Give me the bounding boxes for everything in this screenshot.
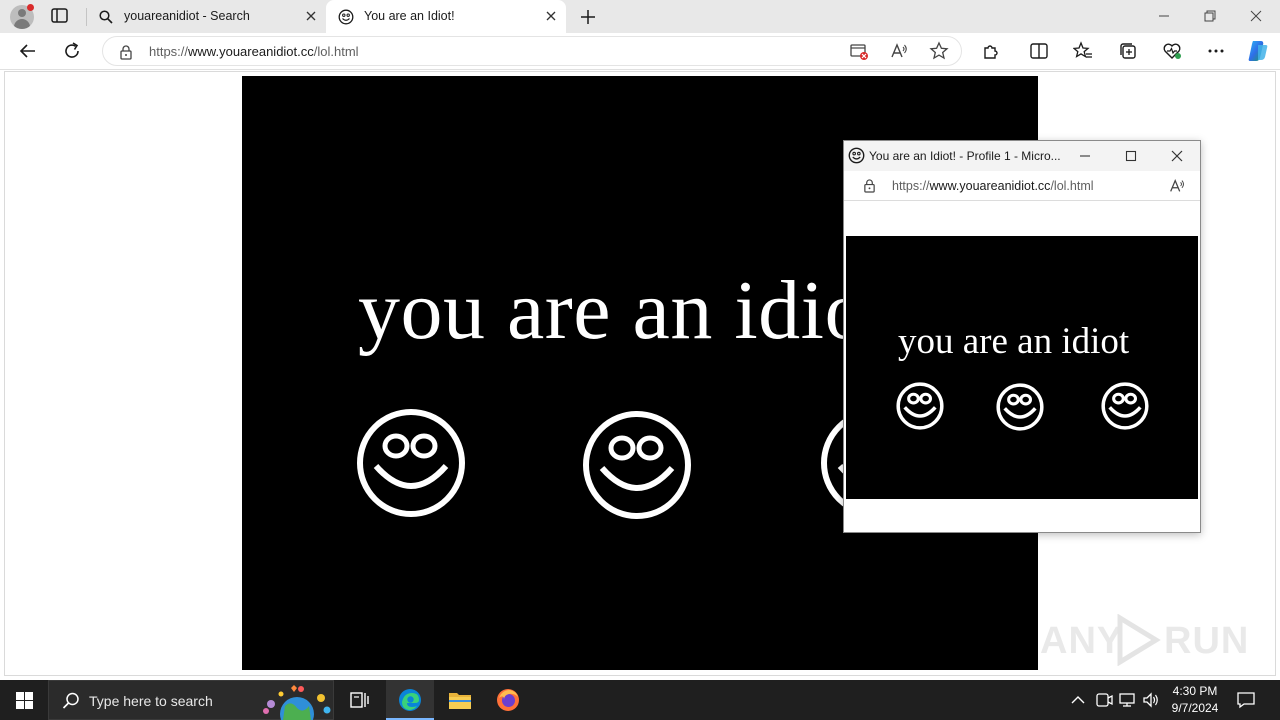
popup-address-bar[interactable]: https://www.youareanidiot.cc/lol.html: [844, 171, 1200, 201]
close-tab-icon[interactable]: [544, 9, 558, 23]
taskbar-file-explorer-button[interactable]: [436, 680, 484, 720]
popup-maximize-button[interactable]: [1124, 149, 1138, 163]
taskbar-edge-button[interactable]: [386, 680, 434, 720]
windows-logo-icon: [16, 692, 33, 709]
new-tab-button[interactable]: [578, 7, 598, 27]
popup-blocked-icon[interactable]: [849, 41, 869, 61]
search-icon: [62, 692, 79, 709]
taskbar: Type here to search 4:30 PM 9/7/2024: [0, 680, 1280, 720]
restore-button[interactable]: [1187, 0, 1233, 33]
popup-headline: you are an idiot: [898, 321, 1130, 362]
browser-toolbar: https://www.youareanidiot.cc/lol.html: [0, 33, 1280, 70]
popup-minimize-button[interactable]: [1078, 149, 1092, 163]
clock-date: 9/7/2024: [1171, 701, 1219, 715]
clock-time: 4:30 PM: [1172, 684, 1218, 698]
profile-notification-badge: [27, 4, 34, 11]
popup-titlebar[interactable]: You are an Idiot! - Profile 1 - Micro...: [844, 141, 1200, 171]
extensions-icon[interactable]: [981, 41, 1001, 61]
start-button[interactable]: [0, 680, 48, 720]
read-aloud-icon[interactable]: [889, 41, 909, 61]
popup-page-stage: you are an idiot: [846, 236, 1198, 499]
browser-essentials-icon[interactable]: [1162, 41, 1182, 61]
address-bar[interactable]: https://www.youareanidiot.cc/lol.html: [102, 36, 962, 66]
smiley-icon: [848, 147, 865, 164]
edge-browser-icon: [399, 689, 421, 711]
favorite-star-icon[interactable]: [929, 41, 949, 61]
minimize-button[interactable]: [1141, 0, 1187, 33]
taskbar-search-box[interactable]: Type here to search: [48, 680, 334, 720]
taskbar-firefox-button[interactable]: [484, 680, 532, 720]
search-highlight-globe-icon: [263, 685, 331, 720]
lock-icon[interactable]: [863, 178, 876, 193]
close-window-button[interactable]: [1233, 0, 1279, 33]
tab-title: You are an Idiot!: [364, 9, 455, 23]
firefox-icon: [497, 689, 519, 711]
tab-you-are-an-idiot[interactable]: You are an Idiot!: [326, 0, 566, 33]
back-arrow-icon[interactable]: [18, 41, 38, 61]
search-icon: [99, 10, 113, 24]
smiley-face-icon: [996, 383, 1044, 431]
collections-icon[interactable]: [1118, 41, 1138, 61]
more-options-icon[interactable]: [1206, 41, 1226, 61]
chevron-up-icon[interactable]: [1070, 693, 1086, 707]
tab-actions-icon[interactable]: [50, 7, 70, 25]
task-view-button[interactable]: [336, 680, 384, 720]
favorites-icon[interactable]: [1073, 41, 1093, 61]
meet-now-icon[interactable]: [1095, 691, 1113, 709]
split-screen-icon[interactable]: [1029, 41, 1049, 61]
read-aloud-icon[interactable]: [1168, 177, 1186, 195]
play-logo-icon: [1117, 614, 1161, 666]
smiley-face-icon: [583, 411, 691, 519]
network-icon[interactable]: [1118, 691, 1136, 709]
smiley-face-icon: [896, 382, 944, 430]
folder-icon: [449, 693, 471, 709]
popup-title: You are an Idiot! - Profile 1 - Micro...: [869, 149, 1061, 163]
smiley-face-icon: [357, 409, 465, 517]
close-tab-icon[interactable]: [304, 9, 318, 23]
task-view-icon: [350, 692, 369, 708]
notifications-icon[interactable]: [1236, 690, 1256, 710]
watermark-right: RUN: [1164, 620, 1250, 662]
tab-strip: youareanidiot - Search You are an Idiot!: [0, 0, 1280, 33]
search-placeholder: Type here to search: [89, 693, 213, 709]
page-headline: you are an idiot: [358, 264, 891, 357]
system-clock[interactable]: 4:30 PM 9/7/2024: [1164, 683, 1226, 717]
tab-title: youareanidiot - Search: [124, 9, 250, 23]
smiley-face-icon: [1101, 382, 1149, 430]
refresh-icon[interactable]: [62, 41, 82, 61]
watermark-left: ANY: [1040, 620, 1124, 662]
volume-icon[interactable]: [1142, 691, 1160, 709]
tab-search[interactable]: youareanidiot - Search: [86, 0, 326, 33]
lock-icon[interactable]: [119, 44, 133, 60]
any-run-watermark: ANY RUN: [1040, 612, 1248, 668]
popup-close-button[interactable]: [1170, 149, 1184, 163]
smiley-icon: [338, 9, 354, 25]
popup-window[interactable]: You are an Idiot! - Profile 1 - Micro...…: [843, 140, 1201, 533]
popup-url[interactable]: https://www.youareanidiot.cc/lol.html: [892, 179, 1094, 193]
address-url[interactable]: https://www.youareanidiot.cc/lol.html: [149, 44, 359, 59]
copilot-icon[interactable]: [1246, 39, 1270, 63]
